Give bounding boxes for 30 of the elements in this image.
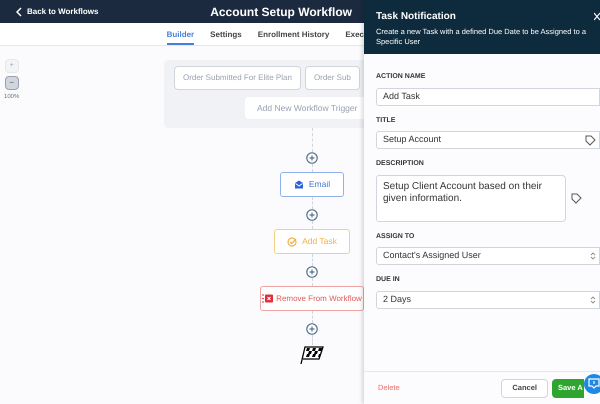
envelope-icon xyxy=(294,180,304,189)
action-node[interactable]: Remove From Workflow xyxy=(260,286,364,311)
tag-icon[interactable] xyxy=(571,192,582,204)
panel-title: Task Notification xyxy=(376,10,457,24)
close-icon[interactable] xyxy=(594,12,600,21)
tab[interactable]: Exec xyxy=(345,23,364,45)
workflow-title: Account Setup Workflow xyxy=(210,4,352,20)
add-step-icon[interactable] xyxy=(306,152,318,164)
tab[interactable]: Enrollment History xyxy=(258,23,330,45)
description-field[interactable]: Setup Client Account based on their given information. xyxy=(376,174,566,222)
help-chat-icon[interactable] xyxy=(584,374,600,394)
chevron-left-icon xyxy=(16,6,22,16)
updown-chevron-icon xyxy=(590,251,596,261)
tag-icon[interactable] xyxy=(585,134,596,146)
action-node[interactable]: Email xyxy=(280,172,344,197)
updown-chevron-icon xyxy=(590,294,596,304)
zoom-out-button[interactable]: − xyxy=(4,76,19,90)
tab[interactable]: Settings xyxy=(210,23,242,45)
tab[interactable]: Builder xyxy=(166,23,194,45)
select-field[interactable]: Contact's Assigned User xyxy=(376,247,600,265)
remove-list-icon xyxy=(262,294,274,303)
back-link[interactable]: Back to Workflows xyxy=(16,6,98,18)
input-field[interactable]: Setup Account xyxy=(376,131,600,149)
add-step-icon[interactable] xyxy=(306,209,318,221)
select-field[interactable]: 2 Days xyxy=(376,290,600,308)
input-field[interactable]: Add Task xyxy=(376,88,600,106)
add-step-icon[interactable] xyxy=(306,266,318,278)
add-step-icon[interactable] xyxy=(306,323,318,335)
check-circle-icon xyxy=(287,236,298,246)
finish-flag-icon xyxy=(300,345,324,364)
